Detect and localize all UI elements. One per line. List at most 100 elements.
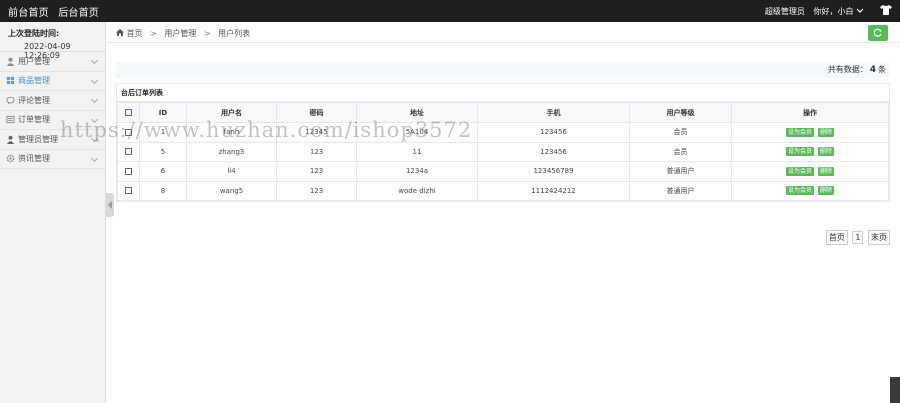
cell-username: wang5 [186,180,277,201]
pager-last[interactable]: 末页 [868,230,890,245]
set-member-button[interactable]: 设为会员 [785,147,814,157]
breadcrumb-home[interactable]: 首页 [127,29,143,38]
cell-password: 123 [276,180,357,201]
top-nav: 前台首页 后台首页 [8,4,105,19]
sidebar: 上次登陆时间: 2022-04-09 12:26:09 用户管理 商品管理 评论… [0,22,106,403]
user-icon [6,57,15,66]
select-all-checkbox[interactable] [125,109,132,116]
cell-actions: 设为会员 删除 [731,180,889,201]
summary-suffix: 条 [878,65,886,74]
breadcrumb-user-mgmt[interactable]: 用户管理 [164,29,196,38]
cell-address: 5A104 [356,122,478,143]
chevron-down-icon [90,56,99,65]
sidebar-item-label: 商品管理 [18,76,50,86]
data-summary: 共有数据： 4 条 [116,62,890,78]
cell-id: 1 [139,122,187,143]
admin-icon [6,135,15,144]
row-checkbox[interactable] [125,187,132,195]
cell-address: 11 [356,141,478,162]
admin-home-link[interactable]: 后台首页 [58,8,99,19]
set-member-button[interactable]: 设为会员 [785,166,814,176]
chevron-down-icon [856,8,864,13]
cell-level: 普通用户 [629,161,732,182]
cell-password: 123 [276,161,357,182]
col-header-password: 密码 [276,102,357,123]
col-header-id: ID [139,102,187,123]
chevron-down-icon [90,95,99,104]
cell-password: 123 [276,141,357,162]
cell-level: 普通用户 [629,180,732,201]
cell-level: 会员 [629,122,732,143]
summary-prefix: 共有数据： [827,65,868,74]
user-menu[interactable]: 超级管理员 你好，小白 [765,6,864,17]
breadcrumb-bar: 首页 > 用户管理 > 用户列表 [107,22,900,43]
corner-handle [890,377,900,403]
pager-first[interactable]: 首页 [825,230,848,245]
user-table-panel: 台后订单列表 ID 用户名 密码 地址 手机 用户等级 操作 1 fanh 12… [116,83,890,202]
sidebar-item-label: 用户管理 [18,56,50,66]
sidebar-item-orders[interactable]: 订单管理 [0,111,105,130]
sidebar-item-comments[interactable]: 评论管理 [0,91,105,111]
table-row: 1 fanh 12345 5A104 123456 会员 设为会员 删除 [117,122,889,143]
sidebar-item-admins[interactable]: 管理员管理 [0,130,105,150]
pagination: 首页 1 末页 [824,230,890,245]
refresh-button[interactable] [868,25,888,41]
cell-phone: 123456 [477,122,630,143]
user-greeting: 你好，小白 [813,7,854,16]
refresh-icon [873,28,882,37]
row-checkbox[interactable] [125,128,132,136]
comment-icon [6,96,15,105]
row-checkbox[interactable] [125,167,132,175]
grid-icon [6,77,15,85]
cell-level: 会员 [629,141,732,162]
col-header-level: 用户等级 [629,102,732,123]
cell-id: 6 [139,161,187,182]
home-icon [116,29,124,36]
col-header-phone: 手机 [477,102,630,123]
table-row: 5 zhang3 123 11 123456 会员 设为会员 删除 [117,141,889,162]
breadcrumb-user-list: 用户列表 [218,29,251,38]
chevron-down-icon [90,76,99,84]
delete-button[interactable]: 删除 [818,127,835,137]
last-login-label: 上次登陆时间: [8,29,60,38]
delete-button[interactable]: 删除 [818,166,835,176]
user-table: ID 用户名 密码 地址 手机 用户等级 操作 1 fanh 12345 5A1… [117,102,889,201]
cell-username: li4 [186,161,277,182]
col-header-username: 用户名 [186,102,277,123]
set-member-button[interactable]: 设为会员 [785,127,814,137]
breadcrumb: 首页 > 用户管理 > 用户列表 [116,28,250,39]
pager-page-1[interactable]: 1 [852,231,864,244]
sidebar-collapse-toggle[interactable] [106,193,114,217]
chevron-down-icon [90,115,99,123]
breadcrumb-separator: > [150,29,157,38]
row-checkbox[interactable] [125,148,132,156]
cell-actions: 设为会员 删除 [731,122,889,143]
main-content: 共有数据：4条 台后订单列表 ID 用户名 密码 地址 手机 用户等级 操作 [116,62,890,202]
delete-button[interactable]: 删除 [818,147,835,157]
sidebar-item-label: 评论管理 [18,95,50,105]
sidebar-item-label: 资讯管理 [18,154,50,164]
set-member-button[interactable]: 设为会员 [785,186,814,196]
col-header-address: 地址 [356,102,478,123]
table-row: 6 li4 123 1234a 123456789 普通用户 设为会员 删除 [117,161,889,182]
cell-address: 1234a [356,161,478,182]
gear-icon [6,154,15,163]
cell-actions: 设为会员 删除 [731,161,889,182]
tshirt-icon[interactable] [880,5,892,15]
select-all-cell [117,102,140,123]
cell-phone: 123456789 [477,161,630,182]
cell-password: 12345 [276,122,357,143]
sidebar-item-products[interactable]: 商品管理 [0,72,105,91]
cell-username: zhang3 [186,141,277,162]
delete-button[interactable]: 删除 [818,186,835,196]
sidebar-item-news[interactable]: 资讯管理 [0,150,105,169]
sidebar-item-label: 订单管理 [18,115,50,125]
front-home-link[interactable]: 前台首页 [8,8,49,19]
last-login: 上次登陆时间: 2022-04-09 12:26:09 [0,22,105,60]
sidebar-item-users[interactable]: 用户管理 [0,52,105,72]
top-bar: 前台首页 后台首页 超级管理员 你好，小白 [0,0,900,22]
table-title: 台后订单列表 [117,84,889,102]
breadcrumb-separator: > [203,29,211,38]
chevron-down-icon [90,134,99,143]
cell-address: wode dizhi [356,180,478,201]
